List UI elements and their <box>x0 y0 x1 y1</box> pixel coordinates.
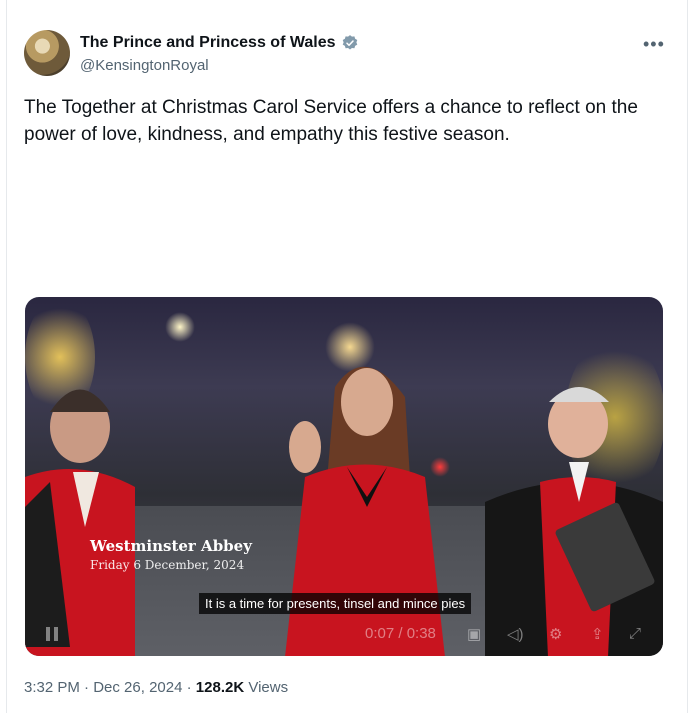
meta-separator: · <box>186 679 192 696</box>
settings-gear-icon[interactable]: ⚙ <box>549 625 567 643</box>
bokeh-light <box>165 312 195 342</box>
video-subtitle: It is a time for presents, tinsel and mi… <box>199 593 472 614</box>
author-name-row: The Prince and Princess of Wales <box>80 34 359 52</box>
location-title: Westminster Abbey <box>90 537 252 555</box>
pause-icon[interactable] <box>45 626 59 642</box>
avatar[interactable] <box>24 30 70 76</box>
video-controls: 0:07 / 0:38 ▣ ◁) ⚙ ⇪ ⤢ <box>25 612 663 656</box>
views-label: Views <box>248 679 289 696</box>
tweet-text: The Together at Christmas Carol Service … <box>24 97 638 145</box>
tweet-time[interactable]: 3:32 PM <box>24 679 80 696</box>
tweet-card: The Prince and Princess of Wales @Kensin… <box>6 0 688 713</box>
fullscreen-icon[interactable]: ⤢ <box>629 625 647 643</box>
tweet-date[interactable]: Dec 26, 2024 <box>93 679 182 696</box>
display-name[interactable]: The Prince and Princess of Wales <box>80 34 336 52</box>
video-location-overlay: Westminster Abbey Friday 6 December, 202… <box>90 537 252 572</box>
location-date: Friday 6 December, 2024 <box>90 558 245 572</box>
verified-badge-icon[interactable] <box>341 34 359 52</box>
volume-icon[interactable]: ◁) <box>507 625 525 643</box>
video-player[interactable]: Westminster Abbey Friday 6 December, 202… <box>25 297 663 656</box>
meta-separator: · <box>84 679 90 696</box>
more-options-icon[interactable]: ••• <box>643 34 665 55</box>
views-count: 128.2K <box>195 679 245 696</box>
author-handle[interactable]: @KensingtonRoyal <box>80 57 209 74</box>
captions-icon[interactable]: ▣ <box>467 625 485 643</box>
video-time: 0:07 / 0:38 <box>365 625 436 642</box>
tweet-meta: 3:32 PM · Dec 26, 2024 · 128.2K Views <box>24 679 288 696</box>
share-icon[interactable]: ⇪ <box>591 625 609 643</box>
